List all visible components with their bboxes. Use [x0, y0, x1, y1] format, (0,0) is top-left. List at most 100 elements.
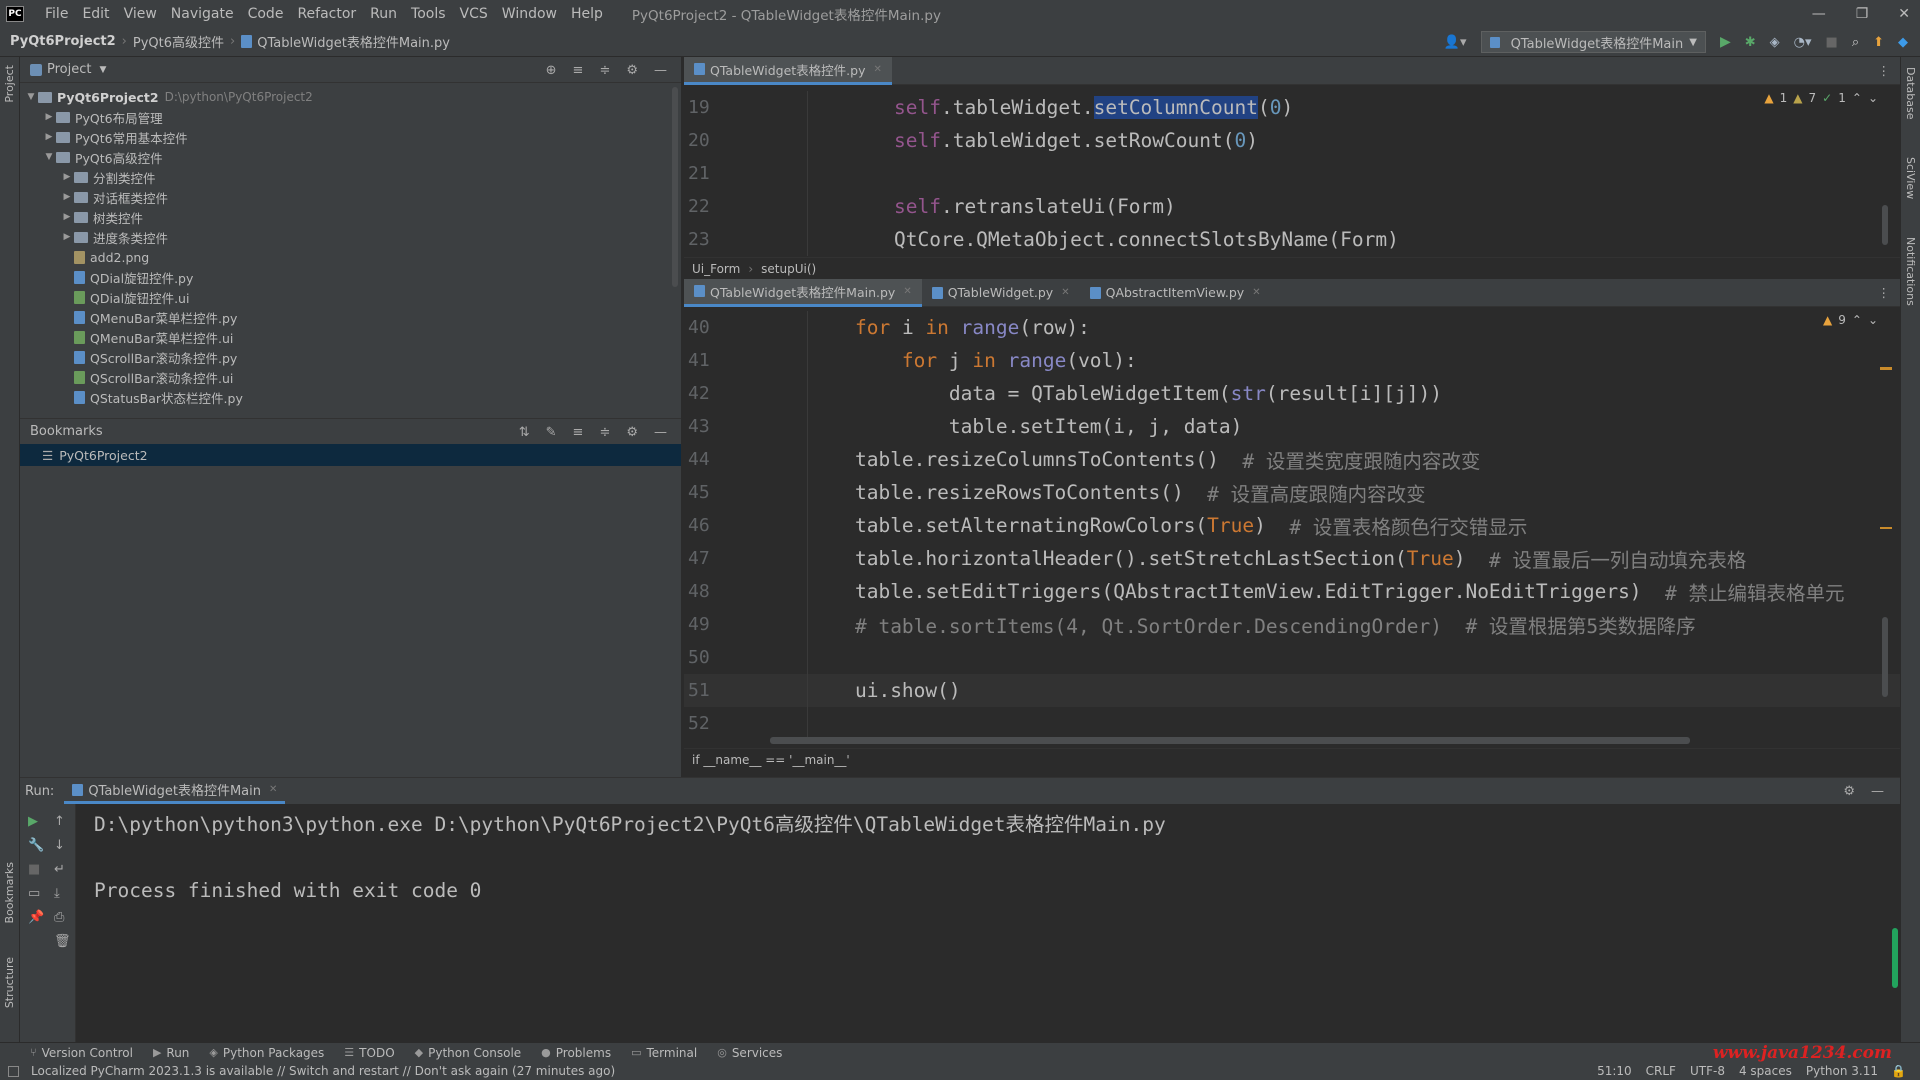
tree-item[interactable]: QScrollBar滚动条控件.ui — [20, 367, 681, 387]
bookmarks-tool-tab[interactable]: Bookmarks — [3, 862, 16, 923]
profile-icon[interactable]: ◔▾ — [1794, 35, 1812, 50]
code-line[interactable]: 45 table.resizeRowsToContents() # 设置高度跟随… — [684, 476, 1900, 509]
soft-wrap-icon[interactable]: ↵ — [54, 862, 71, 877]
menu-view[interactable]: View — [117, 6, 164, 22]
layout-icon[interactable]: ▭ — [28, 886, 44, 901]
search-icon[interactable]: ⌕ — [1852, 35, 1859, 50]
close-tab-icon[interactable]: ✕ — [269, 784, 277, 795]
gear-icon[interactable]: ⚙ — [626, 63, 638, 78]
trash-icon[interactable]: 🗑 — [54, 934, 71, 949]
breadcrumb-class[interactable]: Ui_Form — [692, 262, 740, 276]
error-stripe-mark[interactable] — [1880, 527, 1892, 529]
console-scrollbar[interactable] — [1892, 928, 1898, 988]
code-line[interactable]: 52 — [684, 707, 1900, 740]
bottom-code-view[interactable]: ▲ 9 ⌃ ⌄ 40 for i in range (row): 41 for j in… — [684, 307, 1900, 748]
run-config-select[interactable]: QTableWidget表格控件Main ▼ — [1480, 31, 1706, 53]
more-icon[interactable]: ⋮ — [1878, 285, 1891, 300]
tree-item[interactable]: ▶ 进度条类控件 — [20, 227, 681, 247]
tree-item[interactable]: QScrollBar滚动条控件.py — [20, 347, 681, 367]
tree-item[interactable]: ▶ 分割类控件 — [20, 167, 681, 187]
gear-icon[interactable]: ⚙ — [626, 425, 638, 440]
menu-navigate[interactable]: Navigate — [164, 6, 241, 22]
arrow-down-icon[interactable]: ↓ — [54, 838, 71, 853]
bottom-editor-scrollbar[interactable] — [1882, 617, 1888, 697]
project-scrollbar[interactable] — [672, 87, 678, 287]
expand-arrow-icon[interactable]: ▶ — [60, 232, 74, 242]
code-line[interactable]: 40 for i in range (row): — [684, 311, 1900, 344]
expand-arrow-icon[interactable]: ▶ — [60, 212, 74, 222]
wrench-icon[interactable]: 🔧 — [28, 838, 44, 853]
arrow-up-icon[interactable]: ↑ — [54, 814, 71, 829]
project-panel-title[interactable]: Project — [47, 62, 91, 77]
horizontal-scrollbar[interactable] — [770, 737, 1690, 744]
tool-run[interactable]: ▶ Run — [143, 1043, 199, 1062]
tree-item[interactable]: ▶ PyQt6常用基本控件 — [20, 127, 681, 147]
expand-arrow-icon[interactable]: ▶ — [42, 132, 56, 142]
indent-setting[interactable]: 4 spaces — [1739, 1064, 1792, 1078]
code-line[interactable]: 21 — [684, 157, 1900, 190]
chevron-up-icon[interactable]: ⌃ — [1852, 313, 1862, 327]
jetbrains-icon[interactable]: ◆ — [1898, 35, 1908, 50]
edit-icon[interactable]: ✎ — [546, 425, 557, 440]
vcs-user-icon[interactable]: 👤▾ — [1444, 35, 1467, 50]
rerun-icon[interactable]: ▶ — [28, 814, 44, 829]
tree-item[interactable]: ▶ PyQt6布局管理 — [20, 107, 681, 127]
code-line[interactable]: 41 for j in range (vol): — [684, 344, 1900, 377]
more-icon[interactable]: ⋮ — [1878, 63, 1891, 78]
menu-vcs[interactable]: VCS — [453, 6, 495, 22]
top-editor-scrollbar[interactable] — [1882, 205, 1888, 245]
breadcrumb-method[interactable]: setupUi() — [761, 262, 816, 276]
close-tab-icon[interactable]: ✕ — [874, 64, 882, 75]
line-separator[interactable]: CRLF — [1646, 1064, 1676, 1078]
tool-version-control[interactable]: ⑂ Version Control — [20, 1043, 143, 1062]
tree-item[interactable]: ▶ 树类控件 — [20, 207, 681, 227]
inspection-widget[interactable]: ▲ 1 ▲ 7 ✓ 1 ⌃ ⌄ — [1764, 91, 1878, 105]
status-message[interactable]: Localized PyCharm 2023.1.3 is available … — [31, 1064, 615, 1078]
run-tab[interactable]: QTableWidget表格控件Main ✕ — [64, 778, 286, 804]
tree-root[interactable]: ▼ PyQt6Project2 D:\python\PyQt6Project2 — [20, 87, 681, 107]
stop-icon[interactable]: ■ — [28, 862, 44, 877]
close-tab-icon[interactable]: ✕ — [903, 286, 911, 297]
console-output[interactable]: D:\python\python3\python.exe D:\python\P… — [94, 808, 1166, 907]
code-line[interactable]: 42 data = QTableWidgetItem(str (result[i]… — [684, 377, 1900, 410]
locate-icon[interactable]: ⊕ — [546, 63, 557, 78]
hide-panel-icon[interactable]: — — [654, 63, 667, 78]
code-line[interactable]: 23 QtCore.QMetaObject.connectSlotsByName(… — [684, 223, 1900, 256]
tool-todo[interactable]: ☰ TODO — [334, 1043, 404, 1062]
run-icon[interactable]: ▶ — [1720, 34, 1731, 50]
stop-icon[interactable]: ■ — [1826, 35, 1838, 50]
tab-main-py[interactable]: QTableWidget表格控件Main.py ✕ — [684, 278, 922, 307]
close-tab-icon[interactable]: ✕ — [1252, 287, 1260, 298]
menu-file[interactable]: File — [38, 6, 75, 22]
project-tool-tab[interactable]: Project — [3, 65, 16, 103]
tab-qtablewidget-py[interactable]: QTableWidget表格控件.py ✕ — [684, 56, 892, 85]
tree-item[interactable]: QStatusBar状态栏控件.py — [20, 387, 681, 407]
code-line[interactable]: 49 # table.sortItems(4, Qt.SortOrder.Des… — [684, 608, 1900, 641]
expand-arrow-icon[interactable]: ▼ — [42, 152, 56, 162]
tree-item[interactable]: QMenuBar菜单栏控件.py — [20, 307, 681, 327]
menu-refactor[interactable]: Refactor — [290, 6, 363, 22]
code-line[interactable]: 43 table.setItem(i, j, data) — [684, 410, 1900, 443]
tree-item[interactable]: ▶ 对话框类控件 — [20, 187, 681, 207]
collapse-all-icon[interactable]: ≑ — [599, 63, 610, 78]
code-line[interactable]: 20 self .tableWidget.setRowCount(0) — [684, 124, 1900, 157]
breadcrumb-file[interactable]: QTableWidget表格控件Main.py — [257, 32, 450, 51]
expand-all-icon[interactable]: ≡ — [573, 425, 584, 440]
breadcrumb-block[interactable]: if __name__ == '__main__' — [692, 753, 850, 767]
python-interpreter[interactable]: Python 3.11 — [1806, 1064, 1878, 1078]
menu-run[interactable]: Run — [363, 6, 404, 22]
database-tool-tab[interactable]: Database — [1904, 67, 1917, 120]
code-line[interactable]: 44 table.resizeColumnsToContents() # 设置类… — [684, 443, 1900, 476]
pin-icon[interactable]: 📌 — [28, 910, 44, 925]
expand-arrow-icon[interactable]: ▼ — [24, 92, 38, 102]
code-line[interactable]: 50 — [684, 641, 1900, 674]
hide-panel-icon[interactable]: — — [1871, 784, 1884, 799]
code-line[interactable]: 46 table.setAlternatingRowColors(True) #… — [684, 509, 1900, 542]
tree-item[interactable]: QDial旋钮控件.ui — [20, 287, 681, 307]
tool-python-packages[interactable]: ◈ Python Packages — [199, 1043, 334, 1062]
caret-position[interactable]: 51:10 — [1597, 1064, 1632, 1078]
menu-window[interactable]: Window — [495, 6, 564, 22]
bookmark-item[interactable]: ☰ PyQt6Project2 — [20, 444, 681, 466]
tool-problems[interactable]: ● Problems — [531, 1043, 621, 1062]
expand-arrow-icon[interactable]: ▶ — [60, 192, 74, 202]
